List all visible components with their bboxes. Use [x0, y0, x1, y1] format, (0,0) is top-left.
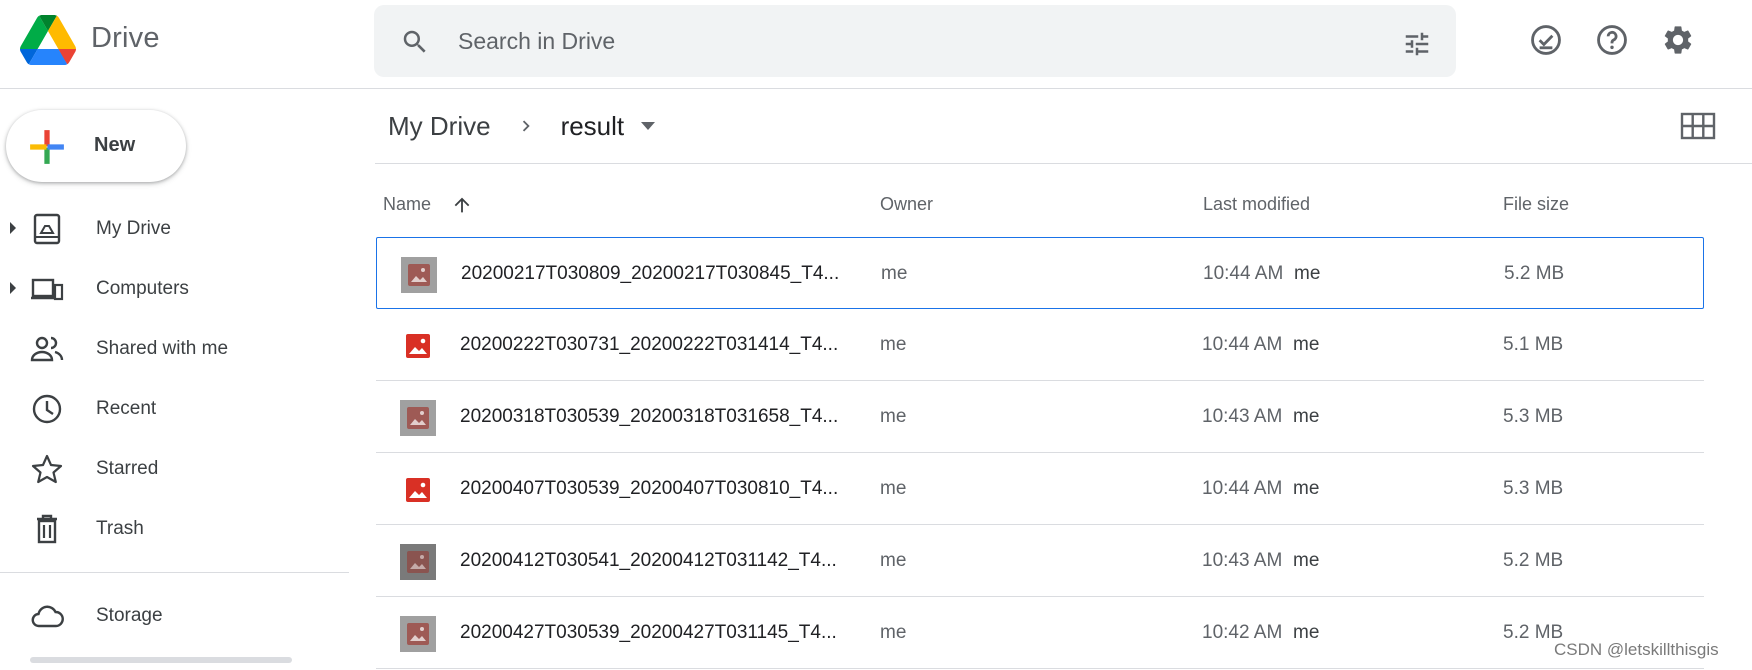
my-drive-icon	[33, 213, 61, 245]
file-modified: 10:44 AM	[1202, 478, 1283, 499]
search-icon[interactable]	[400, 27, 430, 57]
sidebar-item-starred[interactable]: Starred	[0, 441, 330, 495]
sidebar-item-my-drive[interactable]: My Drive	[0, 201, 330, 255]
file-row[interactable]: 20200217T030809_20200217T030845_T4... me…	[376, 237, 1704, 309]
search-input[interactable]	[458, 21, 1358, 61]
image-file-icon	[400, 400, 436, 436]
file-row[interactable]: 20200412T030541_20200412T031142_T4... me…	[376, 525, 1704, 597]
file-owner: me	[880, 406, 907, 427]
file-size: 5.1 MB	[1503, 334, 1564, 355]
sidebar-item-computers[interactable]: Computers	[0, 261, 330, 315]
people-icon	[30, 336, 64, 362]
image-file-icon	[406, 478, 430, 502]
image-file-icon	[406, 334, 430, 358]
file-size: 5.2 MB	[1503, 550, 1564, 571]
sidebar-divider	[0, 572, 349, 573]
sidebar-item-label: Storage	[96, 605, 163, 626]
drive-logo-icon[interactable]	[20, 14, 76, 66]
file-modified: 10:42 AM	[1202, 622, 1283, 643]
sidebar-item-label: Computers	[96, 278, 189, 299]
offline-ready-button[interactable]	[1526, 20, 1566, 60]
file-modified-by: me	[1293, 622, 1320, 643]
sidebar-item-label: Starred	[96, 458, 159, 479]
sidebar-item-trash[interactable]: Trash	[0, 501, 330, 555]
file-modified-by: me	[1293, 406, 1320, 427]
file-name: 20200427T030539_20200427T031145_T4...	[460, 622, 837, 643]
file-row[interactable]: 20200427T030539_20200427T031145_T4... me…	[376, 597, 1704, 669]
chevron-down-icon[interactable]	[640, 121, 656, 131]
new-button-label: New	[94, 134, 136, 156]
sidebar-item-recent[interactable]: Recent	[0, 381, 330, 435]
column-header-last-modified[interactable]: Last modified	[1203, 194, 1310, 215]
star-icon	[31, 454, 63, 484]
support-button[interactable]	[1592, 20, 1632, 60]
storage-usage-bar	[30, 657, 292, 663]
expand-caret-icon[interactable]	[8, 281, 18, 295]
file-name: 20200217T030809_20200217T030845_T4...	[461, 263, 840, 284]
expand-caret-icon[interactable]	[8, 221, 18, 235]
column-header-file-size[interactable]: File size	[1503, 194, 1569, 215]
help-icon	[1597, 25, 1627, 55]
plus-icon	[30, 130, 64, 164]
app-brand[interactable]: Drive	[91, 22, 160, 55]
file-owner: me	[880, 334, 907, 355]
file-modified: 10:44 AM	[1202, 334, 1283, 355]
breadcrumb-my-drive[interactable]: My Drive	[388, 111, 491, 142]
file-modified: 10:44 AM	[1203, 263, 1284, 284]
trash-icon	[37, 514, 57, 544]
file-name: 20200407T030539_20200407T030810_T4...	[460, 478, 839, 499]
settings-button[interactable]	[1658, 20, 1698, 60]
file-row[interactable]: 20200222T030731_20200222T031414_T4... me…	[376, 309, 1704, 381]
watermark-text: CSDN @letskillthisgis	[1552, 640, 1721, 660]
computers-icon	[31, 278, 64, 301]
arrow-up-icon[interactable]	[451, 194, 473, 216]
file-row[interactable]: 20200318T030539_20200318T031658_T4... me…	[376, 381, 1704, 453]
file-name: 20200412T030541_20200412T031142_T4...	[460, 550, 837, 571]
file-modified: 10:43 AM	[1202, 406, 1283, 427]
file-modified-by: me	[1294, 263, 1321, 284]
file-name: 20200222T030731_20200222T031414_T4...	[460, 334, 839, 355]
file-owner: me	[880, 478, 907, 499]
check-circle-icon	[1531, 25, 1561, 55]
chevron-right-icon	[522, 120, 530, 132]
cloud-icon	[31, 605, 64, 628]
breadcrumb-current-folder[interactable]: result	[561, 111, 625, 142]
file-owner: me	[880, 550, 907, 571]
file-size: 5.3 MB	[1503, 406, 1564, 427]
toolbar-divider	[375, 163, 1752, 164]
file-name: 20200318T030539_20200318T031658_T4...	[460, 406, 839, 427]
image-file-icon	[400, 616, 436, 652]
file-size: 5.3 MB	[1503, 478, 1564, 499]
new-button[interactable]: New	[6, 110, 186, 182]
image-file-icon	[401, 257, 437, 293]
file-owner: me	[880, 622, 907, 643]
search-bar	[374, 5, 1456, 77]
file-row[interactable]: 20200407T030539_20200407T030810_T4... me…	[376, 453, 1704, 525]
file-modified-by: me	[1293, 478, 1320, 499]
file-modified-by: me	[1293, 550, 1320, 571]
sidebar-item-storage[interactable]: Storage	[0, 588, 330, 642]
gear-icon	[1664, 26, 1692, 54]
top-bar: Drive	[0, 0, 1752, 89]
column-header-name[interactable]: Name	[383, 194, 431, 215]
file-modified: 10:43 AM	[1202, 550, 1283, 571]
sidebar-item-label: Trash	[96, 518, 144, 539]
image-file-icon	[400, 544, 436, 580]
sidebar-item-label: My Drive	[96, 218, 171, 239]
column-header-owner: Owner	[880, 194, 934, 214]
file-size: 5.2 MB	[1504, 263, 1565, 284]
grid-view-icon[interactable]	[1680, 110, 1716, 142]
sidebar-item-shared-with-me[interactable]: Shared with me	[0, 321, 330, 375]
breadcrumb: My Drive result	[388, 108, 656, 144]
file-modified-by: me	[1293, 334, 1320, 355]
search-options-icon[interactable]	[1402, 29, 1432, 59]
sidebar-item-label: Recent	[96, 398, 157, 419]
file-owner: me	[881, 263, 908, 284]
clock-icon	[32, 394, 62, 424]
sidebar-item-label: Shared with me	[96, 338, 229, 359]
